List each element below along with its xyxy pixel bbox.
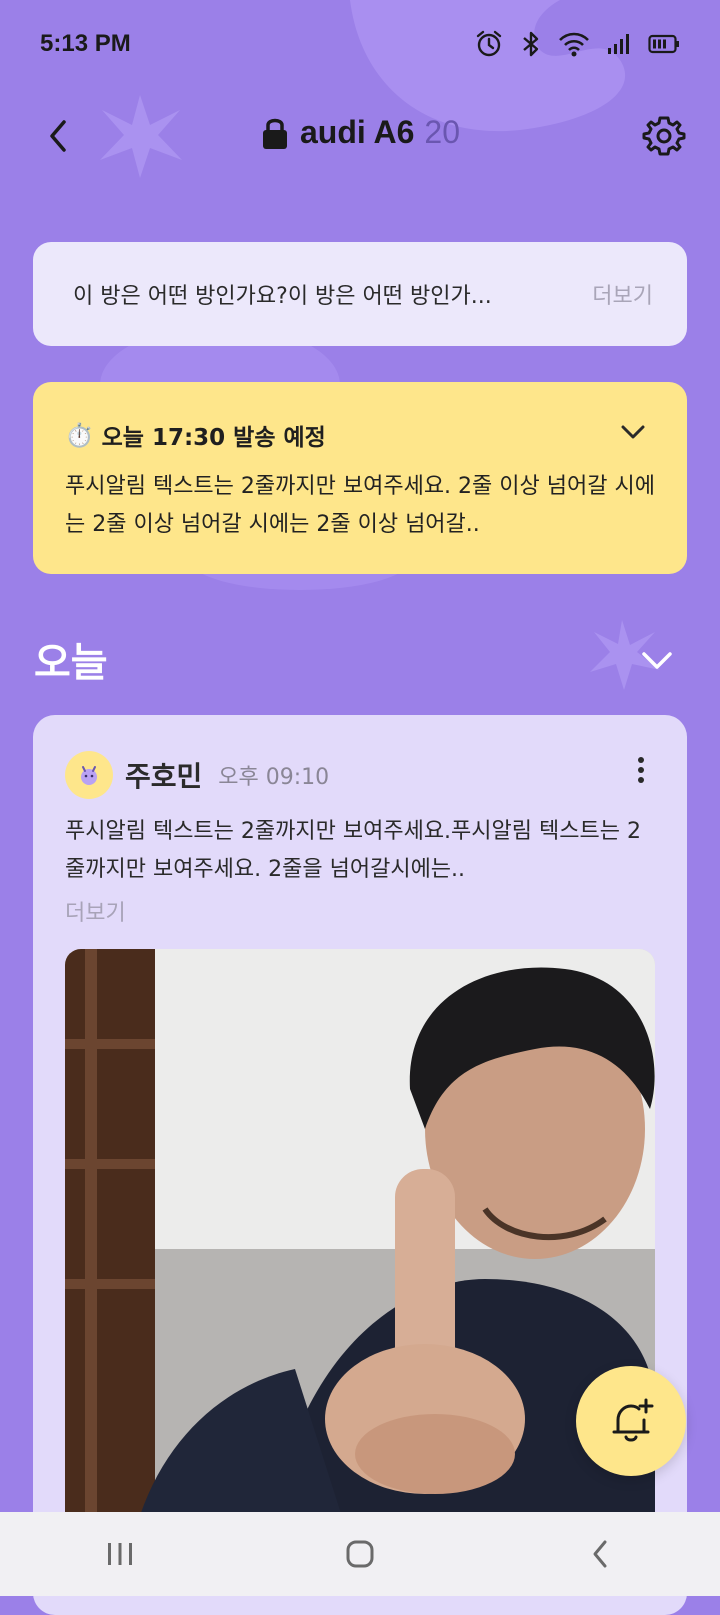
nav-back-button[interactable] xyxy=(570,1524,630,1584)
scheduled-notice-header: ⏱️ 오늘 17:30 발송 예정 xyxy=(65,418,655,452)
stopwatch-icon: ⏱️ xyxy=(65,422,94,449)
back-arrow-icon xyxy=(593,1540,607,1568)
post-more-link[interactable]: 더보기 xyxy=(65,895,126,927)
post-header: 주호민 오후 09:10 xyxy=(65,751,329,799)
home-button[interactable] xyxy=(330,1524,390,1584)
post-card[interactable]: 주호민 오후 09:10 푸시알림 텍스트는 2줄까지만 보여주세요.푸시알림 … xyxy=(33,715,687,1615)
battery-icon xyxy=(648,34,679,54)
post-time: 오후 09:10 xyxy=(218,765,330,790)
status-icons xyxy=(474,29,680,59)
scheduled-notice-body: 푸시알림 텍스트는 2줄까지만 보여주세요. 2줄 이상 넘어갈 시에는 2줄 … xyxy=(65,474,655,537)
post-photo[interactable] xyxy=(65,949,655,1589)
lock-icon xyxy=(263,118,287,149)
page-title: audi A6 20 xyxy=(0,114,720,151)
bluetooth-icon xyxy=(523,31,539,57)
signal-icon xyxy=(608,34,629,54)
recent-apps-button[interactable] xyxy=(90,1524,150,1584)
home-icon xyxy=(346,1540,374,1568)
photo-image xyxy=(65,949,655,1589)
scheduled-notice-card[interactable]: ⏱️ 오늘 17:30 발송 예정 푸시알림 텍스트는 2줄까지만 보여주세요.… xyxy=(33,382,687,574)
post-author: 주호민 xyxy=(125,760,203,793)
settings-button[interactable] xyxy=(640,112,688,160)
gear-icon xyxy=(642,116,686,156)
add-notification-button[interactable] xyxy=(576,1366,686,1476)
alarm-icon xyxy=(476,30,502,57)
wifi-icon xyxy=(559,32,589,57)
room-description-text: 이 방은 어떤 방인가요?이 방은 어떤 방인가... xyxy=(73,284,492,309)
recent-apps-icon xyxy=(108,1543,132,1565)
room-name: audi A6 xyxy=(300,114,415,150)
member-count: 20 xyxy=(424,114,460,150)
system-navigation-bar xyxy=(0,1512,720,1596)
scheduled-notice-title: 오늘 17:30 발송 예정 xyxy=(101,425,326,451)
post-body: 푸시알림 텍스트는 2줄까지만 보여주세요.푸시알림 텍스트는 2줄까지만 보여… xyxy=(65,819,641,882)
chevron-down-icon[interactable] xyxy=(619,422,647,442)
status-bar: 5:13 PM xyxy=(0,0,720,88)
avatar[interactable] xyxy=(65,751,113,799)
character-avatar-icon xyxy=(81,766,97,785)
chevron-down-icon[interactable] xyxy=(640,648,674,672)
section-title-today: 오늘 xyxy=(34,640,108,686)
room-description-card[interactable]: 이 방은 어떤 방인가요?이 방은 어떤 방인가... 더보기 xyxy=(33,242,687,346)
more-vertical-icon[interactable] xyxy=(635,755,647,785)
bell-plus-icon xyxy=(612,1398,654,1442)
top-app-bar: audi A6 20 xyxy=(0,96,720,176)
status-time: 5:13 PM xyxy=(40,30,131,57)
room-description-more-link[interactable]: 더보기 xyxy=(592,278,653,310)
